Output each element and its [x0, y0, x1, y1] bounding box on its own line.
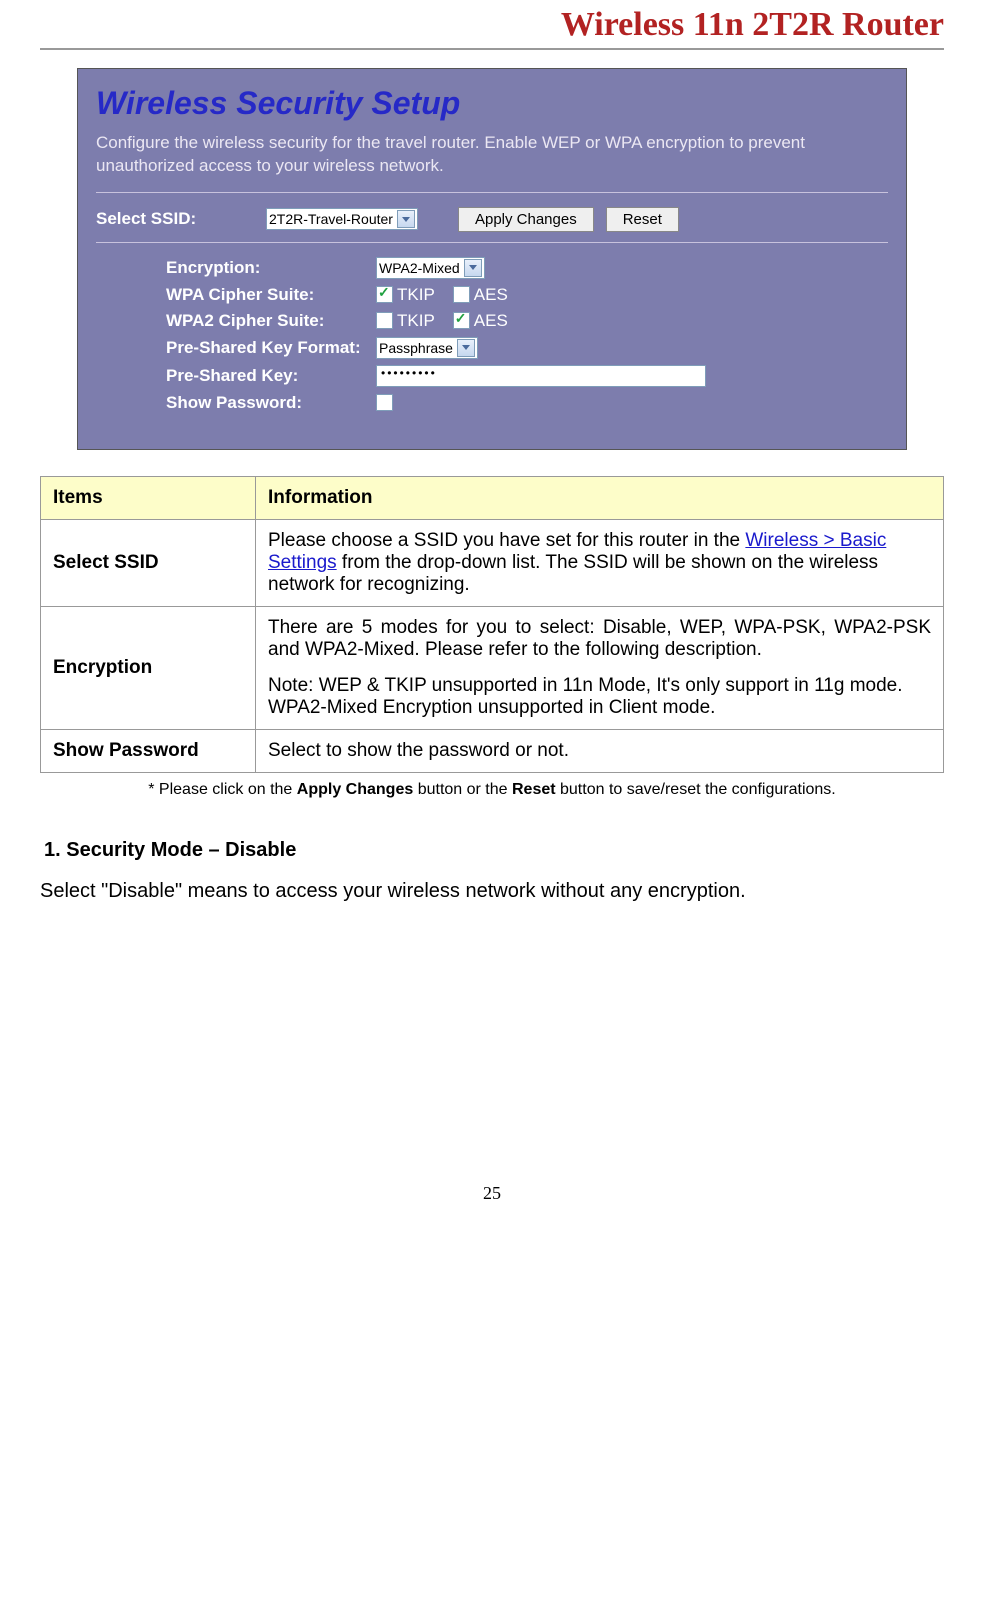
encryption-row: Encryption: WPA2-Mixed: [166, 257, 888, 279]
chevron-down-icon: [464, 259, 482, 277]
document-header: Wireless 11n 2T2R Router: [40, 0, 944, 50]
item-select-ssid: Select SSID: [41, 519, 256, 606]
text: Note: WEP & TKIP unsupported in 11n Mode…: [268, 675, 931, 719]
section-paragraph: Select "Disable" means to access your wi…: [40, 880, 944, 903]
chevron-down-icon: [457, 339, 475, 357]
panel-title: Wireless Security Setup: [96, 85, 888, 122]
text: Please choose a SSID you have set for th…: [268, 530, 745, 551]
encryption-dropdown[interactable]: WPA2-Mixed: [376, 257, 485, 279]
wpa-tkip-label: TKIP: [397, 285, 435, 305]
psk-row: Pre-Shared Key: •••••••••: [166, 365, 888, 387]
table-row: Select SSID Please choose a SSID you hav…: [41, 519, 944, 606]
info-select-ssid: Please choose a SSID you have set for th…: [256, 519, 944, 606]
psk-format-label: Pre-Shared Key Format:: [166, 338, 376, 358]
table-row: Encryption There are 5 modes for you to …: [41, 606, 944, 729]
wpa-aes-label: AES: [474, 285, 508, 305]
table-header-row: Items Information: [41, 476, 944, 519]
item-show-password: Show Password: [41, 729, 256, 772]
col-items: Items: [41, 476, 256, 519]
doc-title: Wireless 11n 2T2R Router: [561, 6, 944, 43]
select-ssid-dropdown[interactable]: 2T2R-Travel-Router: [266, 208, 418, 230]
encryption-label: Encryption:: [166, 258, 376, 278]
wpa-cipher-row: WPA Cipher Suite: TKIP AES: [166, 285, 888, 305]
item-encryption: Encryption: [41, 606, 256, 729]
show-password-checkbox[interactable]: [376, 394, 393, 411]
encryption-value: WPA2-Mixed: [379, 260, 460, 276]
psk-input[interactable]: •••••••••: [376, 365, 706, 387]
reset-button[interactable]: Reset: [606, 207, 679, 232]
wpa2-cipher-label: WPA2 Cipher Suite:: [166, 311, 376, 331]
table-row: Show Password Select to show the passwor…: [41, 729, 944, 772]
text: from the drop-down list. The SSID will b…: [268, 552, 878, 595]
select-ssid-row: Select SSID: 2T2R-Travel-Router Apply Ch…: [96, 207, 888, 232]
panel-description: Configure the wireless security for the …: [96, 132, 888, 178]
wpa2-aes-checkbox[interactable]: [453, 312, 470, 329]
psk-format-row: Pre-Shared Key Format: Passphrase: [166, 337, 888, 359]
wpa-aes-checkbox[interactable]: [453, 286, 470, 303]
psk-format-value: Passphrase: [379, 340, 453, 356]
info-table: Items Information Select SSID Please cho…: [40, 476, 944, 773]
wpa2-aes-label: AES: [474, 311, 508, 331]
col-information: Information: [256, 476, 944, 519]
text: * Please click on the: [148, 781, 297, 798]
info-show-password: Select to show the password or not.: [256, 729, 944, 772]
show-password-label: Show Password:: [166, 393, 376, 413]
text: button to save/reset the configurations.: [556, 781, 836, 798]
wpa-tkip-checkbox[interactable]: [376, 286, 393, 303]
wpa2-cipher-row: WPA2 Cipher Suite: TKIP AES: [166, 311, 888, 331]
apply-changes-button[interactable]: Apply Changes: [458, 207, 594, 232]
section-heading: 1. Security Mode – Disable: [44, 839, 944, 862]
psk-format-dropdown[interactable]: Passphrase: [376, 337, 478, 359]
divider: [96, 242, 888, 243]
text-bold: Apply Changes: [297, 781, 413, 798]
footnote: * Please click on the Apply Changes butt…: [40, 781, 944, 799]
page-number: 25: [40, 1183, 944, 1204]
text: There are 5 modes for you to select: Dis…: [268, 617, 931, 661]
select-ssid-value: 2T2R-Travel-Router: [269, 211, 393, 227]
psk-label: Pre-Shared Key:: [166, 366, 376, 386]
wpa-cipher-label: WPA Cipher Suite:: [166, 285, 376, 305]
show-password-row: Show Password:: [166, 393, 888, 413]
chevron-down-icon: [397, 210, 415, 228]
select-ssid-label: Select SSID:: [96, 209, 266, 229]
divider: [96, 192, 888, 193]
text: button or the: [413, 781, 512, 798]
info-encryption: There are 5 modes for you to select: Dis…: [256, 606, 944, 729]
security-setup-panel: Wireless Security Setup Configure the wi…: [77, 68, 907, 450]
wpa2-tkip-label: TKIP: [397, 311, 435, 331]
text-bold: Reset: [512, 781, 556, 798]
wpa2-tkip-checkbox[interactable]: [376, 312, 393, 329]
